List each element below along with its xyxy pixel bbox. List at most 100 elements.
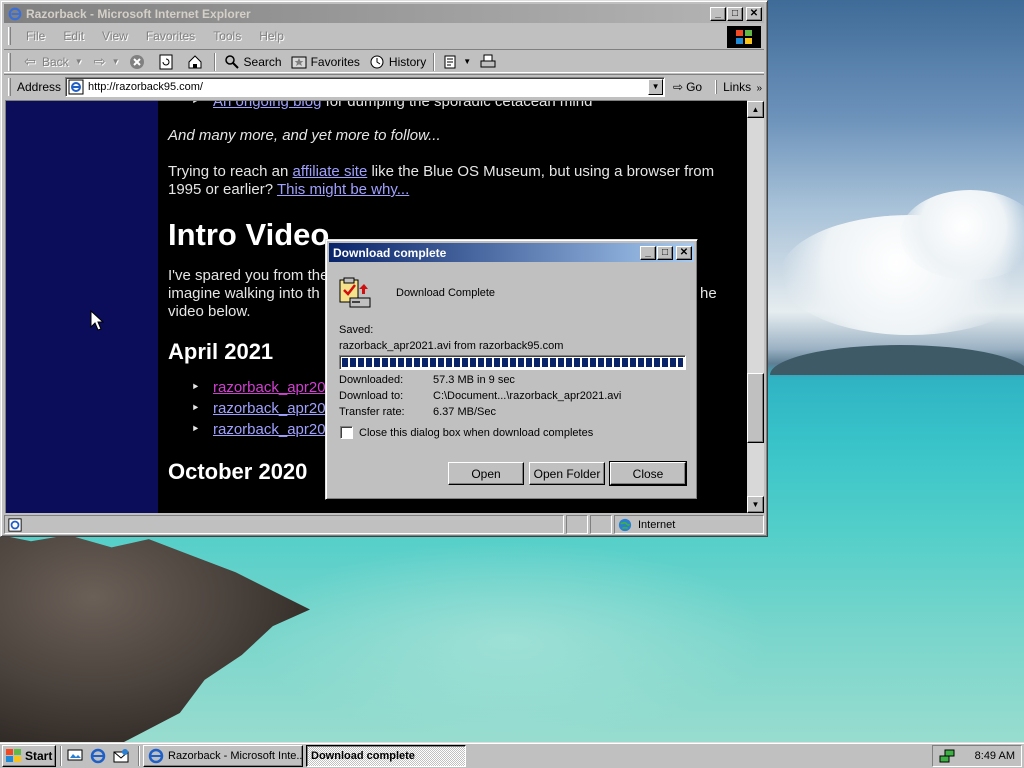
menu-favorites[interactable]: Favorites [137, 29, 204, 43]
stop-button[interactable] [124, 51, 153, 73]
progress-fill [342, 358, 683, 367]
links-button[interactable]: Links » [716, 79, 763, 94]
maximize-icon: □ [661, 246, 669, 258]
affiliate-link[interactable]: affiliate site [293, 163, 368, 180]
internet-explorer-icon [148, 748, 164, 763]
address-bar: Address http://razorback95.com/ ▼ ⇨ Go L… [4, 74, 764, 98]
menu-help[interactable]: Help [250, 29, 293, 43]
scroll-down-button[interactable]: ▼ [747, 496, 764, 513]
forward-arrow-icon: ⇨ [93, 53, 106, 69]
scroll-thumb[interactable] [747, 373, 764, 443]
menu-tools[interactable]: Tools [204, 29, 250, 43]
refresh-button[interactable] [153, 51, 182, 73]
search-button[interactable]: Search [219, 51, 286, 73]
refresh-icon [157, 53, 175, 71]
mail-button[interactable]: ▼ [438, 51, 475, 73]
taskbar: Start Razorback - Microsoft Inte... Down… [0, 742, 1024, 768]
checkbox-box[interactable] [340, 426, 353, 439]
toolbar-grip[interactable] [8, 27, 11, 45]
toolbar-separator [213, 52, 216, 71]
zone-label: Internet [638, 518, 676, 531]
close-button[interactable]: ✕ [676, 245, 692, 260]
forward-button[interactable]: ⇨ ▼ [87, 51, 124, 73]
quicklaunch-desktop[interactable] [65, 746, 85, 766]
quicklaunch-outlook[interactable] [111, 746, 131, 766]
maximize-button[interactable]: □ [727, 6, 743, 21]
windows-throbber-icon [727, 26, 761, 48]
stop-icon [128, 53, 146, 71]
page-status-icon [8, 517, 22, 532]
show-desktop-icon [67, 749, 83, 760]
vertical-scrollbar[interactable]: ▲ ▼ [747, 101, 764, 513]
back-button[interactable]: ⇦ Back ▼ [17, 51, 87, 73]
open-folder-button[interactable]: Open Folder [529, 462, 605, 485]
maximize-icon: □ [731, 7, 739, 19]
back-label: Back [42, 54, 69, 69]
menu-edit[interactable]: Edit [54, 29, 93, 43]
toolbar-grip[interactable] [8, 77, 11, 96]
clock[interactable]: 8:49 AM [975, 750, 1015, 762]
task-ie[interactable]: Razorback - Microsoft Inte... [143, 744, 303, 767]
favorites-button[interactable]: Favorites [286, 51, 364, 73]
dialog-close-button[interactable]: Close [609, 461, 687, 486]
dialog-title: Download complete [333, 245, 447, 260]
intro-line-3: video below. [168, 303, 251, 320]
download-to-row: Download to: C:\Document...\razorback_ap… [339, 390, 621, 402]
intro-line-1: I've spared you from the [168, 267, 329, 284]
go-button[interactable]: ⇨ Go [673, 80, 702, 94]
minimize-button[interactable]: _ [640, 245, 656, 260]
link-list: An ongoing blog for dumping the sporadic… [168, 100, 743, 111]
toolbar-grip[interactable] [8, 52, 11, 71]
quicklaunch-ie[interactable] [88, 746, 108, 766]
transfer-rate-value: 6.37 MB/Sec [433, 406, 496, 418]
blog-description: for dumping the sporadic cetacean mind [321, 100, 593, 110]
ie-titlebar[interactable]: Razorback - Microsoft Internet Explorer … [4, 4, 764, 23]
list-item: An ongoing blog for dumping the sporadic… [191, 100, 743, 111]
task-download-complete[interactable]: Download complete [306, 744, 466, 767]
minimize-icon: _ [645, 246, 651, 258]
taskbar-separator [60, 745, 62, 766]
menu-view[interactable]: View [93, 29, 137, 43]
chevron-down-icon[interactable]: ▼ [112, 57, 120, 66]
download-to-value: C:\Document...\razorback_apr2021.avi [433, 390, 622, 402]
distant-island [770, 345, 1024, 375]
close-when-done-checkbox[interactable]: Close this dialog box when download comp… [340, 426, 593, 439]
home-button[interactable] [182, 51, 211, 73]
links-label: Links [723, 79, 752, 94]
go-arrow-icon: ⇨ [673, 79, 684, 94]
chevron-down-icon[interactable]: ▼ [75, 57, 83, 66]
search-icon [223, 53, 241, 71]
downloaded-label: Downloaded: [339, 374, 404, 386]
open-button[interactable]: Open [448, 462, 524, 485]
chevron-down-icon: ▼ [751, 500, 760, 509]
blog-link[interactable]: An ongoing blog [213, 101, 321, 110]
print-button[interactable] [475, 51, 504, 73]
affiliate-paragraph: Trying to reach an affiliate site like t… [168, 163, 743, 199]
shallow-water [250, 540, 770, 740]
start-button[interactable]: Start [2, 744, 56, 767]
scroll-up-button[interactable]: ▲ [747, 101, 764, 118]
history-button[interactable]: History [364, 51, 430, 73]
network-icon[interactable] [939, 748, 955, 764]
address-input[interactable]: http://razorback95.com/ ▼ [65, 76, 666, 97]
outlook-express-icon [113, 748, 129, 762]
mouse-pointer-icon [90, 310, 104, 331]
transfer-rate-row: Transfer rate: 6.37 MB/Sec [339, 406, 496, 418]
chevron-right-icon: » [756, 82, 763, 94]
why-link[interactable]: This might be why... [277, 181, 409, 198]
chevron-down-icon: ▼ [651, 81, 660, 91]
dialog-titlebar[interactable]: Download complete _ □ ✕ [329, 243, 694, 262]
download-dialog[interactable]: Download complete _ □ ✕ Download Complet… [325, 239, 698, 500]
dialog-header: Download Complete [338, 276, 495, 310]
chevron-down-icon[interactable]: ▼ [463, 57, 471, 66]
system-tray: 8:49 AM [932, 744, 1022, 767]
maximize-button[interactable]: □ [657, 245, 673, 260]
status-lock-pane [590, 515, 612, 534]
close-button[interactable]: ✕ [746, 6, 762, 21]
minimize-button[interactable]: _ [710, 6, 726, 21]
chevron-up-icon: ▲ [751, 105, 760, 114]
printer-icon [479, 53, 497, 71]
download-complete-icon [339, 277, 371, 308]
menu-file[interactable]: File [17, 29, 54, 43]
address-dropdown-button[interactable]: ▼ [648, 78, 664, 95]
